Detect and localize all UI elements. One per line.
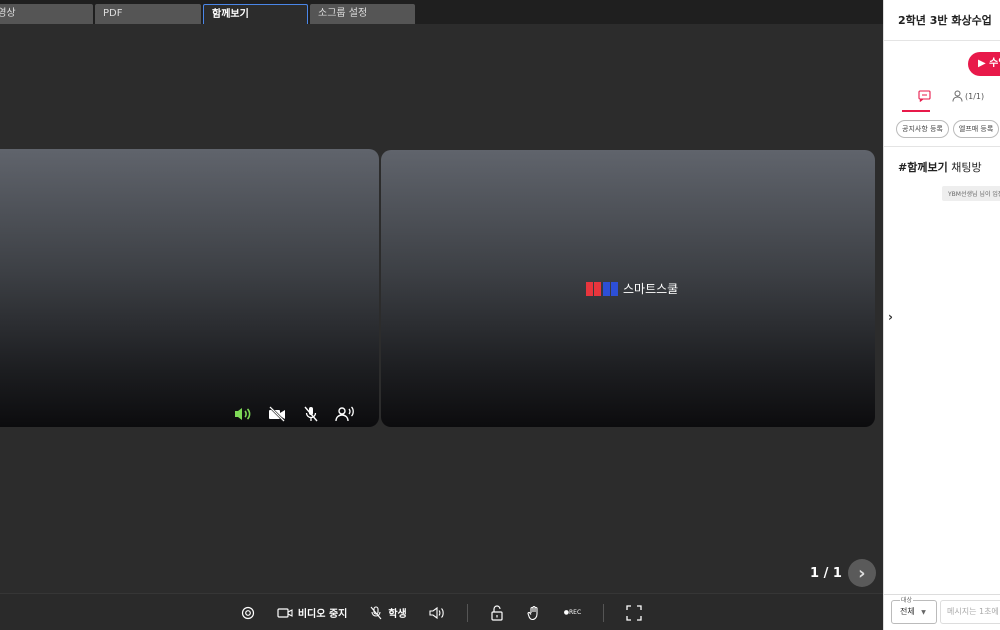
target-value: 전체 <box>900 607 915 616</box>
chat-bubble-icon <box>918 90 931 102</box>
chat-room-title: #함께보기 채팅방 <box>898 159 982 175</box>
ybm-logo <box>586 281 618 297</box>
header-divider <box>884 40 1000 41</box>
unlock-button[interactable] <box>490 604 504 621</box>
panel-chips: 공지사항 등록 엘프매 등록 <box>896 120 1000 138</box>
pager: 1 / 1 › <box>810 559 876 587</box>
target-legend: 대상 <box>900 595 914 604</box>
mic-off-icon <box>370 605 382 619</box>
tab-video[interactable]: 동영상 <box>0 4 93 24</box>
raise-hand-button[interactable] <box>526 605 542 621</box>
panel-tabs: (1/1) <box>884 88 1000 112</box>
tab-watch-together[interactable]: 함께보기 <box>203 4 308 24</box>
toolbar-divider <box>466 603 468 622</box>
speaker-on-icon[interactable] <box>233 404 253 424</box>
participants-count: (1/1) <box>965 91 985 101</box>
tab-chat[interactable] <box>902 90 932 112</box>
fullscreen-icon <box>626 604 642 621</box>
record-button[interactable]: ●REC <box>564 609 581 616</box>
class-title: 2학년 3반 화상수업 <box>898 14 992 27</box>
room-hash: #함께보기 <box>898 161 948 174</box>
tab-participants[interactable]: (1/1) <box>952 90 984 102</box>
chips-divider <box>884 146 1000 147</box>
main-area: 동영상 PDF 함께보기 소그룹 설정 <box>0 0 883 630</box>
tab-pdf[interactable]: PDF <box>95 4 201 24</box>
unlock-icon <box>491 604 503 621</box>
chevron-right-icon: › <box>858 562 866 584</box>
speaker-icon <box>429 606 444 619</box>
video-tile-teacher: 스마트스쿨 <box>381 150 875 427</box>
hand-icon <box>527 605 538 620</box>
class-toolbar: 비디오 중지 학생 ●REC <box>0 593 883 630</box>
mic-off-icon[interactable] <box>301 404 321 424</box>
chat-panel: 2학년 3반 화상수업 ▶ 수업 시작 (1/1) 공지사항 등록 엘프매 등록… <box>883 0 1000 630</box>
brand-logo: 스마트스쿨 <box>586 280 678 297</box>
volume-button[interactable] <box>429 606 445 620</box>
student-mic-button[interactable]: 학생 <box>369 605 407 620</box>
toolbar-divider <box>603 603 605 622</box>
system-message: YBM선생님 님이 입장하셨습니다. <box>942 186 1000 201</box>
content-tabbar: 동영상 PDF 함께보기 소그룹 설정 <box>0 0 883 24</box>
caret-down-icon: ▼ <box>921 609 926 616</box>
video-tile-self <box>0 149 379 427</box>
help-register-button[interactable]: 엘프매 등록 <box>952 120 1000 138</box>
tab-small-group[interactable]: 소그룹 설정 <box>310 4 415 24</box>
fullscreen-button[interactable] <box>626 604 642 621</box>
settings-button[interactable] <box>241 606 255 620</box>
brand-text: 스마트스쿨 <box>623 282 679 296</box>
video-tile-controls <box>233 403 355 425</box>
target-select[interactable]: 전체 ▼ <box>891 600 937 624</box>
message-input[interactable]: 메시지는 1초에 한번씩 <box>940 600 1000 624</box>
students-label: 학생 <box>388 609 407 620</box>
start-class-button[interactable]: ▶ 수업 시작 <box>968 52 1000 76</box>
camera-off-icon[interactable] <box>267 404 287 424</box>
room-suffix: 채팅방 <box>947 161 982 174</box>
rec-label: ●REC <box>563 609 582 616</box>
video-camera-icon <box>277 607 293 618</box>
speaking-user-icon[interactable] <box>335 404 355 424</box>
video-stop-label: 비디오 중지 <box>297 609 348 620</box>
video-stop-button[interactable]: 비디오 중지 <box>277 605 347 620</box>
video-stage: 스마트스쿨 1 / 1 › <box>0 24 883 593</box>
gear-icon <box>241 606 254 619</box>
user-icon <box>952 90 963 102</box>
notice-register-button[interactable]: 공지사항 등록 <box>896 120 949 138</box>
next-page-button[interactable]: › <box>847 559 876 587</box>
page-indicator: 1 / 1 <box>810 565 842 581</box>
chevron-right-icon: › <box>888 310 893 324</box>
collapse-panel-button[interactable]: › <box>888 310 893 324</box>
